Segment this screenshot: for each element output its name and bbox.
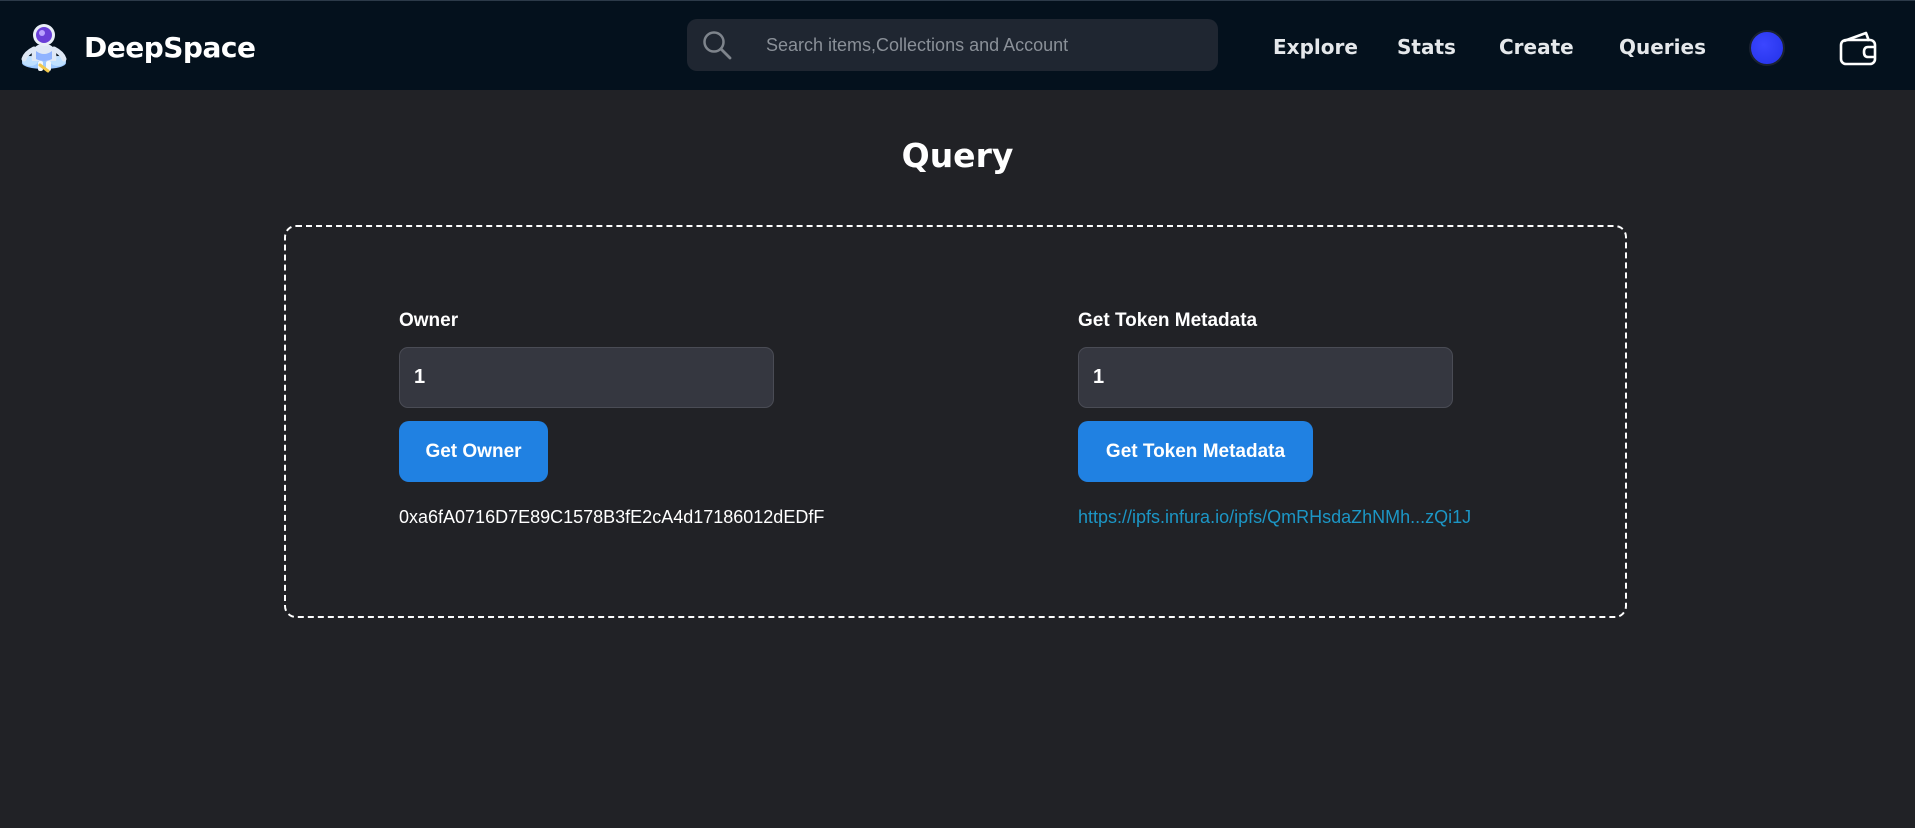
navbar: DeepSpace Explore Stats Create Queries (0, 0, 1915, 90)
avatar[interactable] (1749, 30, 1785, 66)
owner-token-id-input[interactable] (399, 347, 774, 408)
page-title: Query (901, 136, 1014, 175)
owner-label: Owner (399, 310, 459, 331)
astronaut-logo-icon (21, 24, 67, 73)
metadata-token-id-input[interactable] (1078, 347, 1453, 408)
wallet-icon[interactable] (1838, 29, 1880, 67)
nav-queries[interactable]: Queries (1619, 35, 1706, 59)
nav-explore[interactable]: Explore (1273, 35, 1358, 59)
metadata-result-link[interactable]: https://ipfs.infura.io/ipfs/QmRHsdaZhNMh… (1078, 506, 1471, 528)
nav-create[interactable]: Create (1499, 35, 1574, 59)
brand[interactable]: DeepSpace (18, 21, 256, 73)
owner-result: 0xa6fA0716D7E89C1578B3fE2cA4d17186012dED… (399, 507, 825, 527)
get-token-metadata-button[interactable]: Get Token Metadata (1078, 421, 1313, 482)
brand-name: DeepSpace (84, 30, 256, 64)
nav-stats[interactable]: Stats (1397, 35, 1456, 59)
search-icon (703, 31, 732, 60)
search-input[interactable] (766, 19, 1206, 71)
get-owner-button[interactable]: Get Owner (399, 421, 548, 482)
query-panel: Owner Get Owner 0xa6fA0716D7E89C1578B3fE… (284, 225, 1627, 618)
search-bar (687, 19, 1218, 71)
metadata-label: Get Token Metadata (1078, 310, 1258, 331)
